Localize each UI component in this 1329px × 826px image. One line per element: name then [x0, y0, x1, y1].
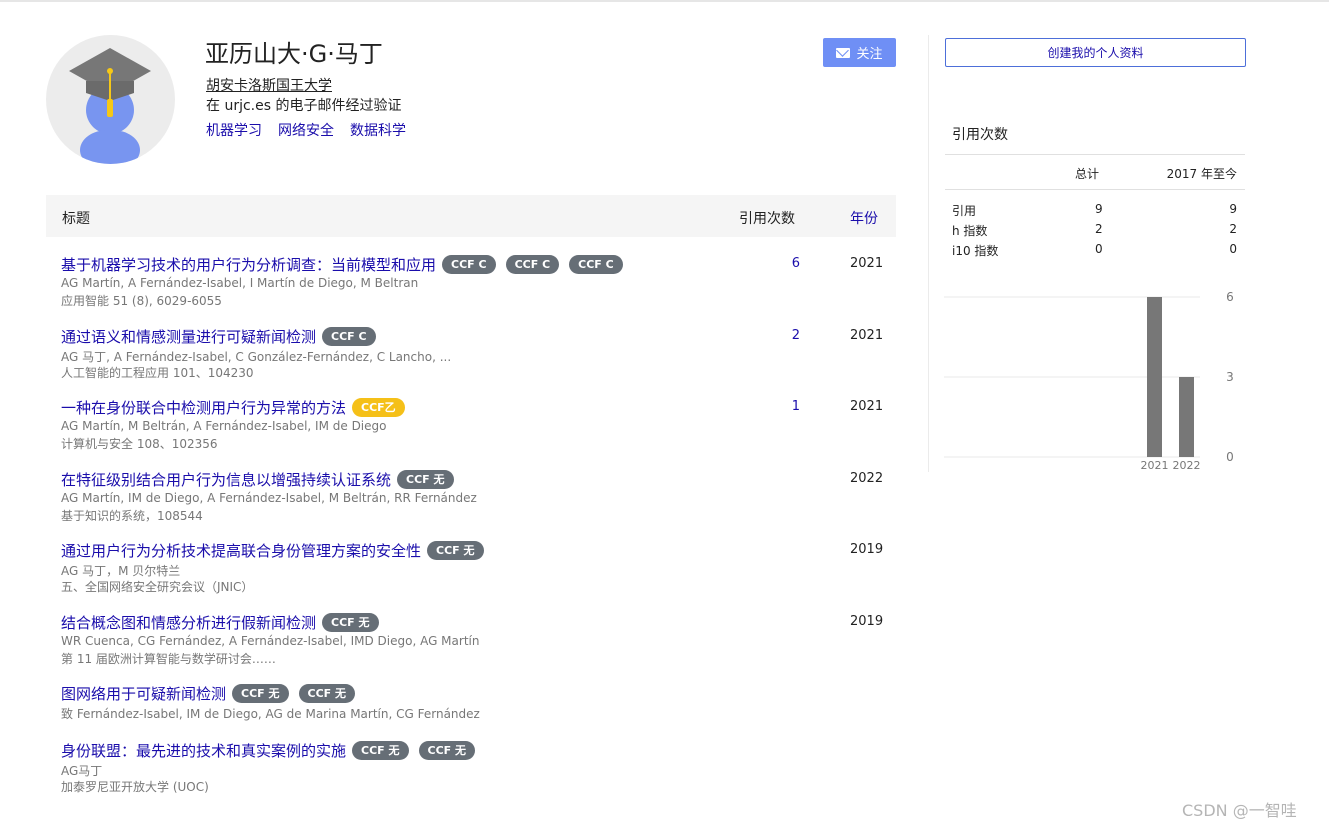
stats-row: i10 指数 0 0	[945, 238, 1245, 258]
article-authors: AG Martín, M Beltrán, A Fernández-Isabel…	[61, 419, 387, 433]
stats-all-value: 0	[1095, 242, 1103, 256]
verified-email: 在 urjc.es 的电子邮件经过验证	[206, 98, 402, 114]
article-authors: AG马丁	[61, 764, 103, 778]
article-title-link[interactable]: 图网络用于可疑新闻检测	[61, 683, 226, 704]
ccf-badge: CCF 无	[427, 541, 484, 560]
sort-by-year[interactable]: 年份	[850, 208, 878, 228]
article-year: 2021	[850, 256, 884, 271]
y-tick-label: 3	[1226, 370, 1234, 384]
y-tick-label: 0	[1226, 450, 1234, 464]
cited-by-heading: 引用次数	[952, 127, 1008, 143]
interest-link[interactable]: 网络安全	[278, 120, 334, 140]
ccf-badge: CCF 无	[397, 470, 454, 489]
article-venue: 基于知识的系统，108544	[61, 509, 203, 523]
article-year: 2021	[850, 399, 884, 414]
y-tick-label: 6	[1226, 290, 1234, 304]
cited-by-count-link[interactable]: 1	[786, 399, 800, 414]
ccf-badge: CCF乙	[352, 398, 405, 417]
watermark: CSDN @一智哇	[1182, 801, 1297, 820]
article-year: 2019	[850, 614, 884, 629]
article-authors: AG Martín, IM de Diego, A Fernández-Isab…	[61, 491, 477, 505]
graduate-avatar-icon	[69, 48, 151, 164]
article-authors: AG Martín, A Fernández-Isabel, I Martín …	[61, 276, 419, 290]
avatar	[46, 35, 175, 164]
chart-bar-2021[interactable]	[1147, 297, 1162, 457]
article-title-container: 通过语义和情感测量进行可疑新闻检测 CCF C	[61, 326, 376, 347]
ccf-badge: CCF 无	[298, 684, 356, 703]
article-venue: 人工智能的工程应用 101、104230	[61, 366, 254, 380]
interest-link[interactable]: 机器学习	[206, 120, 262, 140]
article-title-link[interactable]: 结合概念图和情感分析进行假新闻检测	[61, 612, 316, 633]
article-title-container: 图网络用于可疑新闻检测 CCF 无 CCF 无	[61, 683, 356, 704]
profile-name: 亚历山大·G·马丁	[205, 40, 383, 68]
article-authors: AG 马丁, A Fernández-Isabel, C González-Fe…	[61, 350, 452, 364]
article-title-link[interactable]: 通过语义和情感测量进行可疑新闻检测	[61, 326, 316, 347]
article-year: 2022	[850, 471, 884, 486]
article-title-link[interactable]: 基于机器学习技术的用户行为分析调查：当前模型和应用	[61, 254, 436, 275]
mail-icon	[836, 47, 851, 58]
affiliation-link[interactable]: 胡安卡洛斯国王大学	[206, 75, 332, 95]
follow-label: 关注	[856, 47, 883, 62]
article-venue: 应用智能 51 (8), 6029-6055	[61, 294, 222, 308]
ccf-badge: CCF C	[569, 255, 623, 274]
article-title-link[interactable]: 通过用户行为分析技术提高联合身份管理方案的安全性	[61, 540, 421, 561]
chart-bar-2022[interactable]	[1179, 377, 1194, 457]
x-tick-label: 2022	[1173, 459, 1201, 472]
sort-by-cited[interactable]: 引用次数	[739, 208, 795, 228]
research-interests: 机器学习 网络安全 数据科学	[206, 120, 406, 140]
stats-since-value: 0	[1229, 242, 1237, 256]
article-venue: 计算机与安全 108、102356	[61, 437, 218, 451]
article-title-link[interactable]: 在特征级别结合用户行为信息以增强持续认证系统	[61, 469, 391, 490]
stats-header: 总计 2017 年至今	[945, 154, 1245, 190]
article-title-container: 一种在身份联合中检测用户行为异常的方法 CCF乙	[61, 397, 405, 418]
cited-by-count-link[interactable]: 2	[786, 328, 800, 343]
stats-row: 引用 9 9	[945, 198, 1245, 218]
stats-header-since: 2017 年至今	[1166, 167, 1237, 181]
stats-all-value: 9	[1095, 202, 1103, 216]
sort-by-title[interactable]: 标题	[62, 208, 90, 228]
citation-stats-table: 总计 2017 年至今 引用 9 9 h 指数 2 2 i10 指数 0 0	[945, 154, 1245, 258]
article-year: 2021	[850, 328, 884, 343]
articles-table-header: 标题 引用次数 年份	[46, 195, 896, 237]
article-title-container: 基于机器学习技术的用户行为分析调查：当前模型和应用 CCF C CCF C CCF C	[61, 254, 623, 275]
column-divider	[928, 35, 929, 472]
ccf-badge: CCF C	[442, 255, 496, 274]
follow-button[interactable]: 关注	[823, 38, 896, 67]
stats-row: h 指数 2 2	[945, 218, 1245, 238]
ccf-badge: CCF C	[505, 255, 560, 274]
stats-label: i10 指数	[952, 244, 999, 258]
ccf-badge: CCF 无	[418, 741, 476, 760]
article-venue: 五、全国网络安全研究会议（JNIC）	[61, 580, 254, 594]
article-title-link[interactable]: 身份联盟：最先进的技术和真实案例的实施	[61, 740, 346, 761]
article-title-link[interactable]: 一种在身份联合中检测用户行为异常的方法	[61, 397, 346, 418]
stats-label: 引用	[952, 204, 977, 218]
stats-header-all: 总计	[1075, 167, 1100, 181]
ccf-badge: CCF C	[322, 327, 376, 346]
citations-bar-chart: 6 3 0 2021 2022	[944, 290, 1234, 472]
article-venue: 第 11 届欧洲计算智能与数学研讨会……	[61, 652, 276, 666]
top-border	[0, 0, 1329, 2]
stats-label: h 指数	[952, 224, 988, 238]
article-title-container: 身份联盟：最先进的技术和真实案例的实施 CCF 无 CCF 无	[61, 740, 476, 761]
article-authors: WR Cuenca, CG Fernández, A Fernández-Isa…	[61, 634, 480, 648]
ccf-badge: CCF 无	[322, 613, 379, 632]
article-year: 2019	[850, 542, 884, 557]
article-venue: 加泰罗尼亚开放大学 (UOC)	[61, 780, 209, 794]
article-title-container: 在特征级别结合用户行为信息以增强持续认证系统 CCF 无	[61, 469, 454, 490]
x-tick-label: 2021	[1141, 459, 1169, 472]
cited-by-count-link[interactable]: 6	[786, 256, 800, 271]
article-title-container: 通过用户行为分析技术提高联合身份管理方案的安全性 CCF 无	[61, 540, 484, 561]
article-authors: AG 马丁，M 贝尔特兰	[61, 564, 181, 578]
ccf-badge: CCF 无	[352, 741, 409, 760]
article-authors: 致 Fernández-Isabel, IM de Diego, AG de M…	[61, 707, 480, 721]
interest-link[interactable]: 数据科学	[350, 120, 406, 140]
ccf-badge: CCF 无	[232, 684, 289, 703]
stats-since-value: 9	[1229, 202, 1237, 216]
create-profile-button[interactable]: 创建我的个人资料	[945, 38, 1246, 67]
article-title-container: 结合概念图和情感分析进行假新闻检测 CCF 无	[61, 612, 379, 633]
stats-all-value: 2	[1095, 222, 1103, 236]
stats-since-value: 2	[1229, 222, 1237, 236]
